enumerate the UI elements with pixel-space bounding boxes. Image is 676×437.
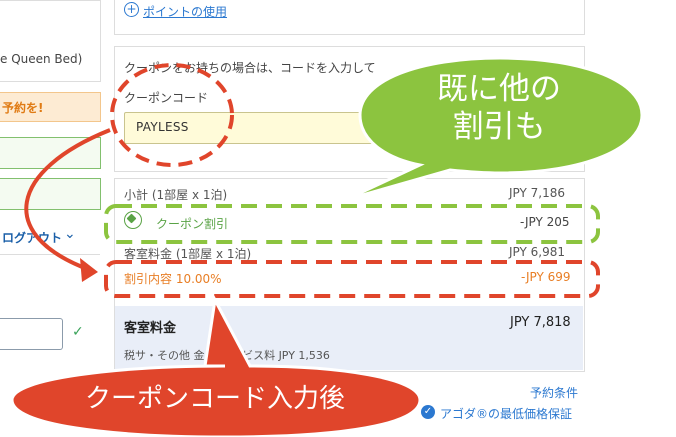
total-label: 客室料金 — [124, 321, 177, 336]
discount-label: 割引内容 10.00% — [124, 272, 222, 286]
room-fee-label: 客室料金 (1部屋 x 1泊) — [124, 247, 252, 261]
plus-circle-icon[interactable]: + — [124, 2, 139, 17]
room-type-text: e Queen Bed) — [0, 52, 83, 66]
guest-name-field[interactable] — [0, 137, 101, 169]
discount-value: -JPY 699 — [521, 270, 571, 284]
notice-text: 予約を! — [2, 101, 44, 115]
booking-terms-link[interactable]: 予約条件 — [530, 384, 578, 401]
tax-line: 税サ・その他 金 & サービス料 JPY 1,536 — [124, 349, 330, 362]
logout-link[interactable]: ログアウト — [2, 229, 62, 246]
subtotal-value: JPY 7,186 — [509, 186, 566, 200]
verified-check-icon: ✓ — [421, 405, 435, 419]
room-fee-value: JPY 6,981 — [509, 245, 566, 259]
coupon-discount-label: クーポン割引 — [156, 217, 229, 231]
green-bubble-text: 既に他の割引も — [437, 71, 561, 145]
guest-email-field[interactable] — [0, 178, 101, 210]
coupon-code-value[interactable]: PAYLESS — [136, 120, 189, 134]
coupon-hint: クーポンをお持ちの場合は、コードを入力して — [124, 61, 376, 75]
red-bubble-text: クーポンコード入力後 — [84, 384, 345, 414]
subtotal-label: 小計 (1部屋 x 1泊) — [124, 188, 228, 202]
coupon-discount-value: -JPY 205 — [520, 215, 570, 229]
phone-field[interactable] — [0, 318, 63, 350]
coupon-code-label: クーポンコード — [124, 91, 209, 105]
use-points-link[interactable]: ポイントの使用 — [143, 3, 227, 20]
chevron-down-icon[interactable]: ⌄ — [64, 226, 76, 242]
price-guarantee-link[interactable]: アゴダ®の最低価格保証 — [440, 405, 572, 422]
room-info-panel — [0, 0, 101, 82]
total-value: JPY 7,818 — [510, 315, 571, 330]
check-icon: ✓ — [72, 324, 84, 340]
divider — [0, 254, 100, 255]
